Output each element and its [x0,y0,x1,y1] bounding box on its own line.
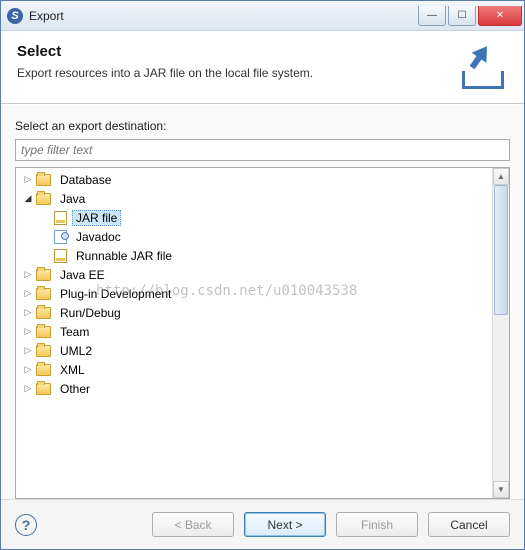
window-controls: — ☐ ✕ [416,6,522,26]
tree-container: http://blog.csdn.net/u010043538 ▷Databas… [15,167,510,499]
minimize-button[interactable]: — [418,6,446,26]
next-button[interactable]: Next > [244,512,326,537]
chevron-right-icon[interactable]: ▷ [22,326,34,337]
tree-row[interactable]: ▷ Run/Debug [16,303,509,322]
tree-row[interactable]: ▷ Java EE [16,265,509,284]
chevron-right-icon[interactable]: ▷ [22,364,34,375]
folder-icon [36,345,51,357]
folder-icon [36,288,51,300]
maximize-button[interactable]: ☐ [448,6,476,26]
chevron-down-icon[interactable]: ◢ [22,193,34,204]
page-title: Select [17,43,450,60]
scroll-up-icon[interactable]: ▲ [493,168,509,185]
help-icon[interactable]: ? [15,514,37,536]
folder-icon [36,193,51,205]
tree-row[interactable]: ▷ UML2 [16,341,509,360]
folder-icon [36,174,51,186]
chevron-right-icon[interactable]: ▷ [22,307,34,318]
chevron-right-icon[interactable]: ▷ [22,288,34,299]
export-dialog: S Export — ☐ ✕ Select Export resources i… [0,0,525,550]
scroll-thumb[interactable] [494,185,508,315]
tree-row[interactable]: ▷ Plug-in Development [16,284,509,303]
scrollbar[interactable]: ▲ ▼ [492,168,509,498]
tree-item-label: Team [56,324,93,340]
wizard-header: Select Export resources into a JAR file … [1,31,524,104]
finish-button[interactable]: Finish [336,512,418,537]
export-icon [460,45,508,89]
jar-icon [54,249,67,263]
tree-item-label: XML [56,362,89,378]
tree-row[interactable]: Javadoc [16,227,509,246]
tree-item-label: Run/Debug [56,305,125,321]
tree-row[interactable]: ▷ Team [16,322,509,341]
tree-item-label: Other [56,381,94,397]
tree-item-label: UML2 [56,343,96,359]
tree-item-label: Java EE [56,267,109,283]
window-title: Export [29,9,416,23]
folder-icon [36,364,51,376]
tree-row[interactable]: JAR file [16,208,509,227]
app-icon: S [7,8,23,24]
content-area: Select an export destination: http://blo… [1,104,524,499]
chevron-right-icon[interactable]: ▷ [22,345,34,356]
jar-icon [54,211,67,225]
tree-row[interactable]: Runnable JAR file [16,246,509,265]
tree-item-label: Javadoc [72,229,125,245]
export-tree[interactable]: http://blog.csdn.net/u010043538 ▷Databas… [16,168,509,498]
tree-item-label: Plug-in Development [56,286,175,302]
tree-item-label: Runnable JAR file [72,248,176,264]
folder-icon [36,383,51,395]
page-description: Export resources into a JAR file on the … [17,66,450,80]
scroll-down-icon[interactable]: ▼ [493,481,509,498]
folder-icon [36,326,51,338]
tree-item-label: Database [56,172,115,188]
chevron-right-icon[interactable]: ▷ [22,269,34,280]
tree-item-label: JAR file [72,210,121,226]
button-bar: ? < Back Next > Finish Cancel [1,499,524,549]
chevron-right-icon[interactable]: ▷ [22,174,34,185]
folder-icon [36,269,51,281]
folder-icon [36,307,51,319]
tree-row[interactable]: ◢ Java [16,189,509,208]
filter-input[interactable] [15,139,510,161]
titlebar[interactable]: S Export — ☐ ✕ [1,1,524,31]
doc-icon [54,230,67,244]
cancel-button[interactable]: Cancel [428,512,510,537]
back-button[interactable]: < Back [152,512,234,537]
destination-label: Select an export destination: [15,119,510,133]
tree-row[interactable]: ▷ Database [16,170,509,189]
tree-item-label: Java [56,191,89,207]
tree-row[interactable]: ▷ XML [16,360,509,379]
tree-row[interactable]: ▷ Other [16,379,509,398]
close-button[interactable]: ✕ [478,6,522,26]
chevron-right-icon[interactable]: ▷ [22,383,34,394]
